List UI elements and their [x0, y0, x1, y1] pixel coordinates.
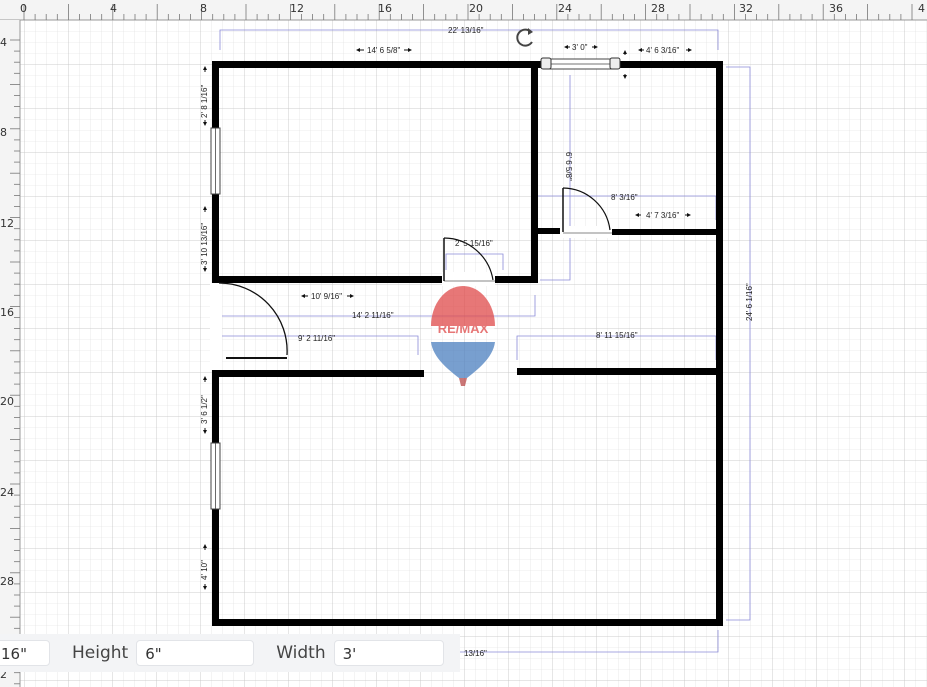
wall-hall-right[interactable] — [517, 368, 723, 375]
wall-interior-vertical[interactable] — [531, 61, 538, 283]
ruler-label-top: 32 — [739, 2, 753, 15]
ruler-label-top: 24 — [558, 2, 572, 15]
window-handle-left[interactable] — [540, 57, 552, 70]
dim-overall-right[interactable]: 24' 6 1/16" — [745, 283, 754, 321]
height-input[interactable]: 6" — [136, 640, 255, 666]
ruler-label-left: 12 — [0, 217, 14, 230]
ruler-label-top: 20 — [469, 2, 483, 15]
dim-door-small[interactable]: 2' 5 15/16" — [455, 239, 493, 248]
dim-overall-top[interactable]: 22' 13/16" — [448, 26, 484, 35]
wall-hall-left[interactable] — [212, 370, 424, 377]
window-left-upper[interactable] — [210, 127, 221, 195]
height-label: Height — [72, 643, 129, 663]
left-ruler[interactable]: 4 8 12 16 20 24 28 2 — [0, 20, 21, 687]
ruler-label-left: 4 — [0, 36, 7, 49]
dim-right-room[interactable]: 8' 11 15/16" — [596, 331, 638, 340]
ruler-label-top: 36 — [829, 2, 843, 15]
window-left-lower[interactable] — [210, 442, 221, 510]
ruler-label-left: 20 — [0, 395, 14, 408]
dim-closet-width[interactable]: 8' 3/16" — [611, 193, 638, 202]
wall-closet-right[interactable] — [612, 229, 716, 235]
ruler-label-left: 16 — [0, 306, 14, 319]
ruler-label-top: 16 — [378, 2, 392, 15]
ruler-label-top: 4 — [110, 2, 117, 15]
ruler-label-top: 28 — [651, 2, 665, 15]
window-handle-right[interactable] — [609, 57, 621, 70]
dim-left-window-upper[interactable]: 2' 8 1/16" — [200, 85, 209, 118]
remax-logo-text: RE/MAX — [438, 321, 489, 336]
width-input[interactable]: 3' — [333, 640, 444, 666]
wall-closet-left[interactable] — [538, 228, 560, 234]
wall-bottom[interactable] — [212, 619, 723, 626]
first-dimension-input[interactable]: 16" — [0, 640, 50, 666]
dim-left-bottom[interactable]: 4' 10" — [200, 560, 209, 580]
dim-hall-lower[interactable]: 9' 2 11/16" — [298, 334, 335, 343]
ruler-label-left: 24 — [0, 486, 14, 499]
ruler-label-top: 12 — [290, 2, 304, 15]
dim-vertical-closet[interactable]: 6' 6 5/8" — [564, 152, 573, 181]
dim-bottom-partial[interactable]: 13/16" — [464, 649, 487, 658]
wall-top-left[interactable] — [212, 61, 542, 68]
dim-hall-total[interactable]: 14' 2 11/16" — [352, 311, 394, 320]
dim-left-upper-lower[interactable]: 3' 10 13/16" — [200, 223, 209, 265]
dim-top-left-wall[interactable]: 14' 6 5/8" — [367, 46, 400, 55]
wall-room1-bottom-left[interactable] — [212, 276, 442, 283]
window-top[interactable] — [540, 57, 621, 70]
wall-right[interactable] — [716, 61, 723, 626]
floor-plan-canvas[interactable]: 0 4 8 12 16 20 24 28 32 36 4 4 8 12 16 2… — [0, 0, 927, 687]
width-label: Width — [276, 643, 326, 663]
dim-left-window-lower[interactable]: 3' 6 1/2" — [200, 395, 209, 424]
wall-top-right[interactable] — [615, 61, 723, 68]
top-ruler[interactable]: 0 4 8 12 16 20 24 28 32 36 4 — [0, 0, 927, 21]
ruler-label-left: 8 — [0, 126, 7, 139]
ruler-label-top: 4 — [918, 2, 925, 15]
dim-closet-right[interactable]: 4' 7 3/16" — [646, 211, 679, 220]
dim-window-top[interactable]: 3' 0" — [572, 43, 588, 52]
ruler-label-top: 8 — [200, 2, 207, 15]
ruler-label-left: 28 — [0, 575, 14, 588]
wall-room1-bottom-right[interactable] — [495, 276, 538, 283]
ruler-label-top: 0 — [20, 2, 27, 15]
properties-toolbar: 16" Height 6" Width 3' — [0, 634, 460, 672]
dim-hall-wall[interactable]: 10' 9/16" — [311, 292, 342, 301]
dim-top-right-segment[interactable]: 4' 6 3/16" — [646, 46, 679, 55]
